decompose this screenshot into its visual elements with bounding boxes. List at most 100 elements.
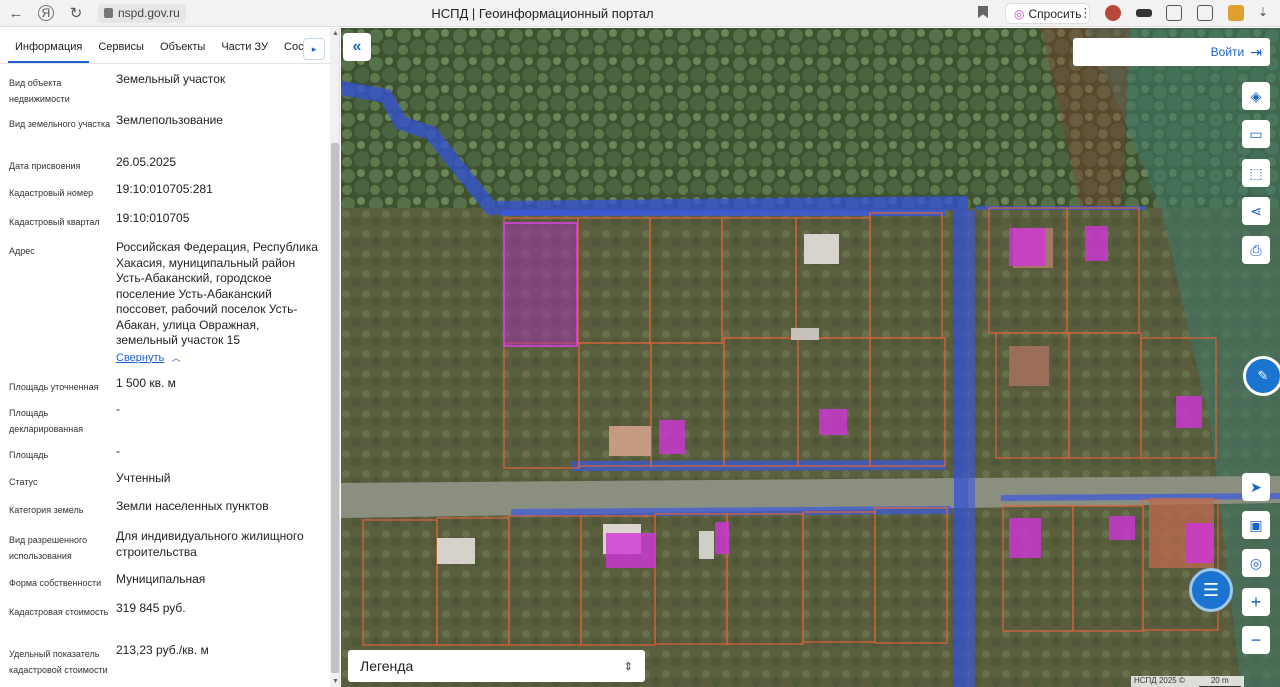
property-value: Для индивидуального жилищного строительс…: [116, 529, 304, 559]
property-label: Вид объекта недвижимости: [9, 78, 70, 104]
property-label: Площадь уточненная: [9, 382, 99, 392]
tab-objects[interactable]: Объекты: [153, 41, 212, 63]
property-row: Вид земельного участка Землепользование: [0, 113, 330, 155]
layers-icon[interactable]: ◈: [1242, 82, 1270, 110]
geolocation-icon[interactable]: ◎: [1242, 549, 1270, 577]
property-label: Статус: [9, 477, 38, 487]
property-label: Дата присвоения: [9, 161, 81, 171]
browser-toolbar: ← Я ↻ nspd.gov.ru НСПД | Геоинформационн…: [0, 0, 1280, 27]
property-row: Кадастровая стоимость 319 845 руб.: [0, 601, 330, 643]
scroll-up-icon[interactable]: ▲: [332, 30, 339, 37]
property-row: Кадастровый квартал 19:10:010705: [0, 211, 330, 240]
property-row: Площадь декларированная -: [0, 402, 330, 444]
property-value: -: [116, 444, 120, 458]
extension-icon-1[interactable]: [1105, 5, 1121, 21]
property-value: Землепользование: [116, 113, 223, 127]
sidebar-scrollbar[interactable]: ▲ ▼: [330, 28, 339, 687]
property-value: Российская Федерация, Республика Хакасия…: [116, 240, 318, 347]
collapse-sidebar-button[interactable]: «: [343, 33, 371, 61]
property-label: Категория земель: [9, 505, 84, 515]
login-label: Войти: [1210, 45, 1245, 59]
property-row: Удельный показатель кадастровой стоимост…: [0, 643, 330, 687]
puzzle-icon[interactable]: [1166, 5, 1182, 21]
property-row: Адрес Российская Федерация, Республика Х…: [0, 240, 330, 376]
property-label: Кадастровый квартал: [9, 217, 100, 227]
property-label: Кадастровый номер: [9, 188, 94, 198]
property-label: Адрес: [9, 246, 35, 256]
yandex-icon[interactable]: Я: [38, 5, 54, 21]
property-row: Площадь уточненная 1 500 кв. м: [0, 376, 330, 402]
scale-bar: 20 m: [1198, 676, 1241, 687]
select-area-icon[interactable]: ⬚: [1242, 159, 1270, 187]
property-row: Форма собственности Муниципальная: [0, 572, 330, 601]
property-value: 319 845 руб.: [116, 601, 186, 615]
zoom-out-button[interactable]: −: [1242, 626, 1270, 654]
chat-icon[interactable]: ☰: [1189, 568, 1233, 612]
property-value: 19:10:010705:281: [116, 182, 213, 196]
print-icon[interactable]: ⎙: [1242, 236, 1270, 264]
attribution-text: НСПД 2025 ©: [1134, 676, 1185, 685]
property-row: Площадь -: [0, 444, 330, 471]
property-value: Учтенный: [116, 471, 171, 485]
legend-label: Легенда: [360, 658, 414, 674]
back-icon[interactable]: ←: [4, 1, 28, 25]
scroll-down-icon[interactable]: ▼: [332, 678, 339, 685]
property-value: Муниципальная: [116, 572, 206, 586]
property-label: Удельный показатель кадастровой стоимост…: [9, 649, 108, 675]
minimap-icon[interactable]: ▣: [1242, 511, 1270, 539]
legend-dropdown[interactable]: Легенда ⇕: [348, 650, 645, 682]
property-label: Кадастровая стоимость: [9, 607, 109, 617]
address-bar[interactable]: nspd.gov.ru: [98, 3, 186, 23]
extension-icon-2[interactable]: [1136, 9, 1152, 17]
tabs-next-button[interactable]: ▸: [303, 38, 325, 60]
property-value: Земельный участок: [116, 72, 226, 86]
tab-information[interactable]: Информация: [8, 41, 90, 63]
login-icon: ⇥: [1250, 43, 1262, 60]
property-row: Вид объекта недвижимости Земельный участ…: [0, 72, 330, 113]
downloads-icon[interactable]: ⇣: [1258, 5, 1274, 21]
ask-label: Спросить: [1028, 6, 1082, 21]
property-label: Площадь: [9, 450, 49, 460]
property-label: Вид разрешенного использования: [9, 535, 88, 561]
property-list: Вид объекта недвижимости Земельный участ…: [0, 72, 330, 687]
property-row: Дата присвоения 26.05.2025: [0, 155, 330, 182]
property-value: 19:10:010705: [116, 211, 190, 225]
collapse-link[interactable]: Свернуть: [116, 351, 164, 367]
chevron-up-icon[interactable]: ︿: [172, 353, 181, 363]
property-value: 213,23 руб./кв. м: [116, 643, 209, 657]
collections-icon[interactable]: [1197, 5, 1213, 21]
property-label: Форма собственности: [9, 578, 102, 588]
property-value: -: [116, 402, 120, 416]
property-value: 1 500 кв. м: [116, 376, 176, 390]
address-value: Российская Федерация, Республика Хакасия…: [116, 240, 320, 376]
property-value: Земли населенных пунктов: [116, 499, 269, 513]
tab-services[interactable]: Сервисы: [91, 41, 151, 63]
profile-icon[interactable]: [1228, 5, 1244, 21]
property-row: Вид разрешенного использования Для индив…: [0, 529, 330, 572]
property-value: 26.05.2025: [116, 155, 177, 169]
property-label: Площадь декларированная: [9, 408, 84, 434]
login-button[interactable]: Войти ⇥: [1073, 38, 1270, 66]
ruler-icon[interactable]: ▭: [1242, 120, 1270, 148]
map-attribution: НСПД 2025 © 20 m: [1131, 676, 1244, 687]
url-text: nspd.gov.ru: [118, 6, 180, 20]
tab-parcel-parts[interactable]: Части ЗУ: [214, 41, 275, 63]
sidebar-tabs: Информация Сервисы Объекты Части ЗУ Сост…: [0, 28, 339, 64]
map-view[interactable]: « Войти ⇥ ◈ ▭ ⬚ ⋖ ⎙ ✎ ➤ ▣ ◎ + − ☰ Легенд…: [341, 28, 1280, 687]
property-row: Кадастровый номер 19:10:010705:281: [0, 182, 330, 211]
property-label: Вид земельного участка: [9, 119, 111, 129]
reload-icon[interactable]: ↻: [64, 1, 88, 25]
updown-chevron-icon: ⇕: [623, 660, 633, 673]
scrollbar-thumb[interactable]: [331, 143, 339, 673]
zoom-in-button[interactable]: +: [1242, 588, 1270, 616]
bookmark-icon[interactable]: [978, 6, 988, 18]
property-row: Статус Учтенный: [0, 471, 330, 499]
share-icon[interactable]: ⋖: [1242, 197, 1270, 225]
selected-parcel[interactable]: [503, 222, 578, 347]
ask-button[interactable]: ◎ Спросить: [1005, 3, 1091, 24]
property-row: Категория земель Земли населенных пункто…: [0, 499, 330, 529]
satellite-map: [341, 28, 1280, 687]
feedback-badge-icon[interactable]: ✎: [1243, 356, 1280, 396]
locate-icon[interactable]: ➤: [1242, 473, 1270, 501]
menu-dots-icon[interactable]: ⋮: [1079, 5, 1092, 21]
